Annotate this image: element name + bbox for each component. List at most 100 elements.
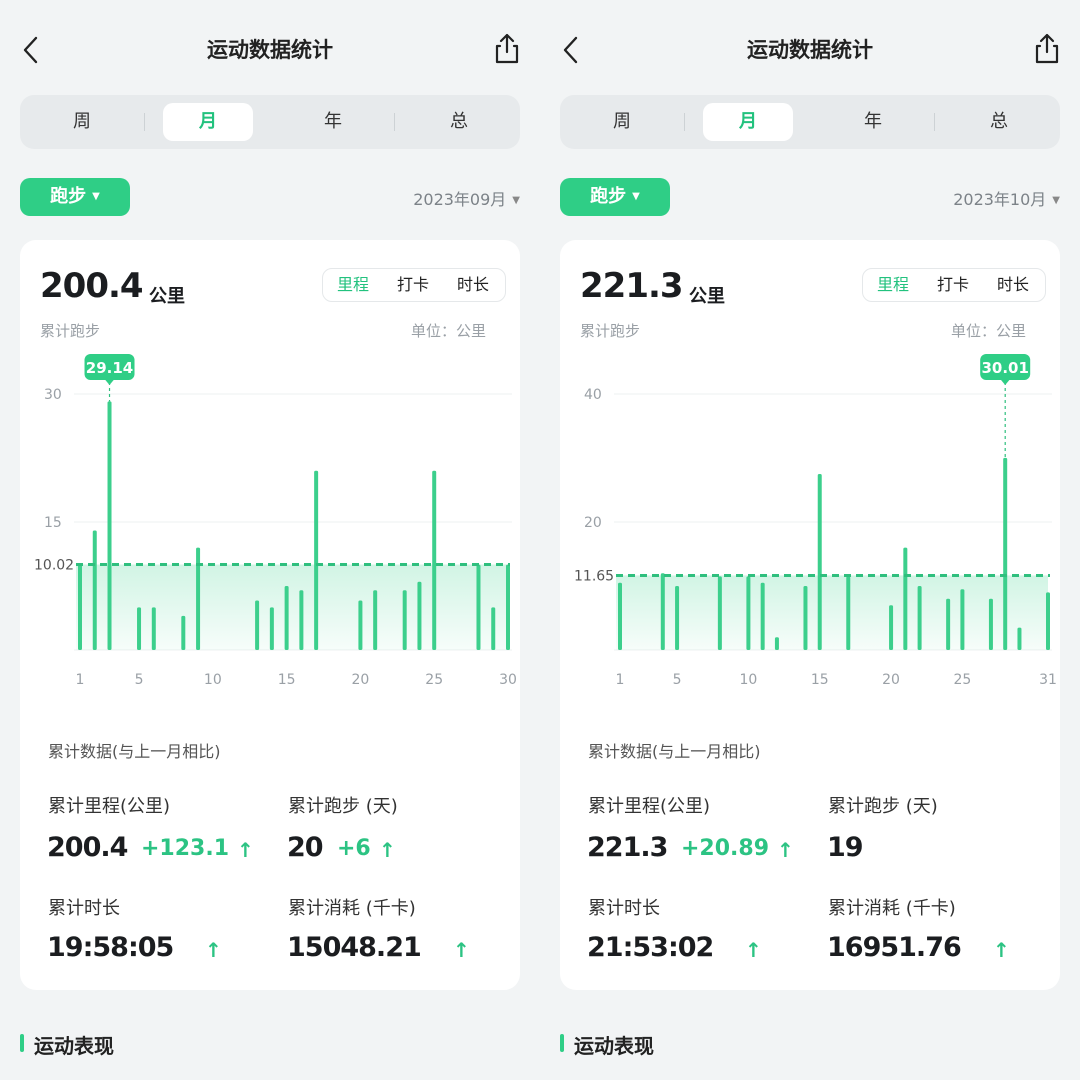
- bar-day-25: [960, 589, 965, 650]
- stat-value-distance: 200.4: [47, 832, 128, 863]
- month-selector[interactable]: 2023年09月 ▼: [413, 186, 520, 210]
- x-tick-label: 20: [351, 672, 369, 688]
- bar-day-4: [660, 573, 665, 650]
- stat-value-days: 20: [287, 832, 324, 863]
- bar-day-14: [803, 586, 808, 650]
- period-tabs: 周 月 年 总: [20, 95, 520, 149]
- stats-card: 221.3 公里 累计跑步 单位：公里 里程 打卡 时长 20 40 11.65 30…: [560, 240, 1060, 990]
- x-tick-label: 15: [811, 672, 829, 688]
- x-tick-label: 31: [1039, 672, 1057, 688]
- bar-day-30: [506, 564, 510, 650]
- performance-section-title: 运动表现: [574, 1034, 654, 1058]
- bar-day-17: [846, 576, 851, 650]
- tab-total[interactable]: 总: [414, 103, 504, 141]
- stat-value-days: 19: [827, 832, 864, 863]
- arrow-up-icon: ↑: [205, 938, 222, 962]
- metric-tab-checkin[interactable]: 打卡: [923, 269, 983, 301]
- stat-label-duration: 累计时长: [48, 898, 120, 919]
- bar-day-1: [78, 564, 82, 650]
- bar-day-2: [92, 530, 97, 650]
- average-label: 10.02: [34, 557, 74, 573]
- stats-card: 200.4 公里 累计跑步 单位：公里 里程 打卡 时长 15 30 10.02 29…: [20, 240, 520, 990]
- metric-tab-distance[interactable]: 里程: [323, 269, 383, 301]
- average-band: [616, 575, 1048, 650]
- total-distance-value: 200.4: [40, 266, 144, 306]
- caret-down-icon: ▼: [512, 195, 520, 206]
- highlight-tooltip-pointer: [104, 379, 115, 385]
- metric-tab-duration[interactable]: 时长: [983, 269, 1043, 301]
- arrow-up-icon: ↑: [993, 938, 1010, 962]
- panel-october: 运动数据统计 周 月 年 总 跑步 ▼ 2023年10月 ▼ 221.3 公里 累计…: [540, 0, 1080, 1080]
- x-tick-label: 20: [882, 672, 900, 688]
- bar-day-17: [314, 470, 319, 650]
- tab-month[interactable]: 月: [703, 103, 793, 141]
- stat-label-days: 累计跑步 (天): [828, 796, 938, 817]
- tab-week[interactable]: 周: [577, 103, 667, 141]
- average-label: 11.65: [574, 568, 614, 584]
- bar-day-12: [774, 637, 779, 650]
- stat-value-distance: 221.3: [587, 832, 668, 863]
- bar-day-21: [903, 547, 908, 650]
- distance-bar-chart: 204011.6530.011 5 10 15 20 25 31: [574, 354, 1057, 688]
- tab-divider: [394, 113, 395, 131]
- stat-label-days: 累计跑步 (天): [288, 796, 398, 817]
- bar-day-16: [299, 590, 304, 650]
- nav-header: 运动数据统计: [540, 20, 1080, 80]
- arrow-up-icon: ↑: [777, 838, 794, 862]
- share-icon[interactable]: [492, 32, 522, 66]
- tab-year[interactable]: 年: [828, 103, 918, 141]
- metric-tabs: 里程 打卡 时长: [322, 268, 506, 302]
- arrow-up-icon: ↑: [745, 938, 762, 962]
- y-tick-label: 40: [584, 387, 602, 403]
- tab-week[interactable]: 周: [37, 103, 127, 141]
- bar-day-28: [1003, 457, 1008, 650]
- unit-note: 单位：公里: [410, 322, 486, 340]
- highlight-tooltip-label: 30.01: [981, 359, 1028, 377]
- share-icon[interactable]: [1032, 32, 1062, 66]
- bar-day-3: [107, 401, 112, 650]
- bar-day-28: [476, 564, 481, 650]
- arrow-up-icon: ↑: [237, 838, 254, 862]
- metric-tab-checkin[interactable]: 打卡: [383, 269, 443, 301]
- tab-total[interactable]: 总: [954, 103, 1044, 141]
- bar-day-20: [358, 600, 363, 650]
- bar-day-5: [137, 607, 142, 650]
- total-label: 累计跑步: [40, 322, 101, 340]
- bar-day-24: [417, 581, 422, 650]
- bar-day-15: [817, 474, 822, 650]
- total-label: 累计跑步: [580, 322, 641, 340]
- bar-day-29: [491, 607, 496, 650]
- bar-day-21: [373, 590, 378, 650]
- bar-day-8: [717, 576, 722, 650]
- sport-label: 跑步: [590, 186, 627, 207]
- sport-selector-button[interactable]: 跑步 ▼: [20, 178, 130, 216]
- bar-day-5: [675, 586, 680, 650]
- metric-tab-duration[interactable]: 时长: [443, 269, 503, 301]
- stat-label-calories: 累计消耗 (千卡): [828, 898, 956, 919]
- month-selector[interactable]: 2023年10月 ▼: [953, 186, 1060, 210]
- stat-value-duration: 21:53:02: [587, 932, 714, 963]
- bar-day-20: [889, 605, 894, 650]
- stat-label-distance: 累计里程(公里): [48, 796, 171, 817]
- page-title: 运动数据统计: [207, 38, 333, 62]
- bar-day-11: [760, 582, 765, 650]
- x-tick-label: 25: [425, 672, 443, 688]
- page-title: 运动数据统计: [747, 38, 873, 62]
- unit-note: 单位：公里: [950, 322, 1026, 340]
- x-tick-label: 10: [739, 672, 757, 688]
- stat-label-distance: 累计里程(公里): [588, 796, 711, 817]
- x-tick-label: 1: [616, 672, 625, 688]
- sport-selector-button[interactable]: 跑步 ▼: [560, 178, 670, 216]
- total-distance-value: 221.3: [580, 266, 684, 306]
- x-tick-label: 30: [499, 672, 517, 688]
- tab-year[interactable]: 年: [288, 103, 378, 141]
- bar-day-29: [1017, 627, 1022, 650]
- tab-month[interactable]: 月: [163, 103, 253, 141]
- bar-day-9: [196, 547, 201, 650]
- caret-down-icon: ▼: [92, 191, 100, 202]
- period-tabs: 周 月 年 总: [560, 95, 1060, 149]
- bar-day-10: [746, 576, 751, 650]
- caret-down-icon: ▼: [632, 191, 640, 202]
- y-tick-label: 15: [44, 515, 62, 531]
- metric-tab-distance[interactable]: 里程: [863, 269, 923, 301]
